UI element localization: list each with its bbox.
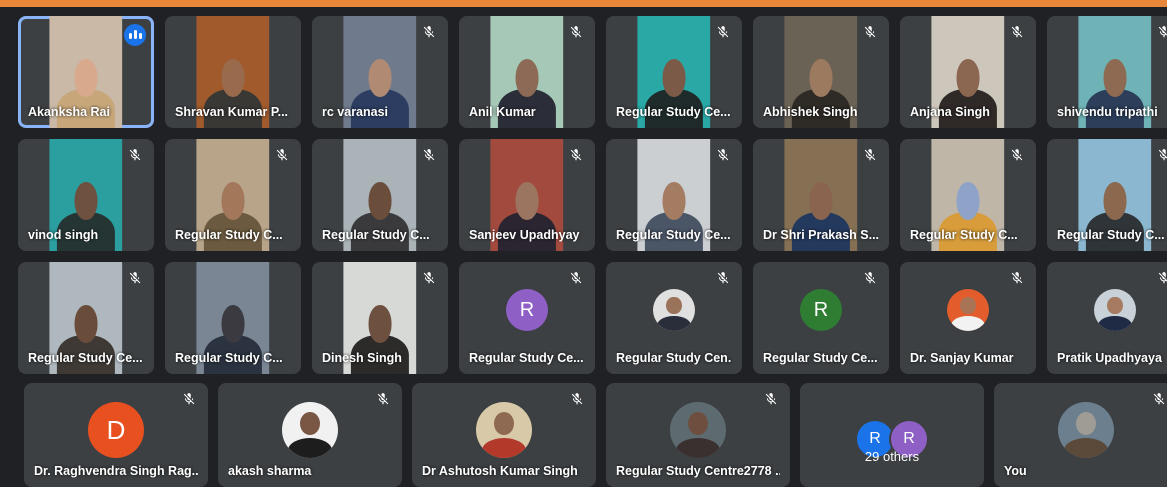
photo-avatar — [653, 289, 695, 332]
mic-off-icon — [761, 392, 781, 412]
participant-tile[interactable]: Regular Study Ce... — [606, 139, 742, 251]
participant-name: Shravan Kumar P... — [175, 105, 289, 119]
participant-tile[interactable]: shivendu tripathi — [1047, 16, 1167, 128]
mic-off-icon — [272, 148, 292, 168]
participant-name: rc varanasi — [322, 105, 389, 119]
participant-name: vinod singh — [28, 228, 99, 242]
participant-tile[interactable]: Regular Study C... — [165, 262, 301, 374]
participant-tile[interactable]: Anjana Singh — [900, 16, 1036, 128]
photo-avatar — [476, 401, 532, 458]
mic-off-icon — [125, 148, 145, 168]
participant-name: shivendu tripathi — [1057, 105, 1158, 119]
participant-tile[interactable]: Pratik Upadhyaya — [1047, 262, 1167, 374]
participant-name: akash sharma — [228, 464, 312, 478]
participant-name: Regular Study C... — [322, 228, 430, 242]
mic-off-icon — [1007, 148, 1027, 168]
participant-tile[interactable]: Anil Kumar — [459, 16, 595, 128]
participant-tile[interactable]: Dinesh Singh — [312, 262, 448, 374]
participant-name: Regular Study C... — [175, 228, 283, 242]
mic-off-icon — [713, 271, 733, 291]
participant-tile[interactable]: You — [994, 383, 1167, 487]
participant-tile[interactable]: Regular Study C... — [312, 139, 448, 251]
participant-name: Pratik Upadhyaya — [1057, 351, 1162, 365]
participant-tile[interactable]: rc varanasi — [312, 16, 448, 128]
participant-tile[interactable]: Regular Study C... — [900, 139, 1036, 251]
speaking-indicator-icon — [124, 24, 146, 46]
participant-tile[interactable]: Sanjeev Upadhyay — [459, 139, 595, 251]
mic-off-icon — [860, 271, 880, 291]
participant-name: Regular Study C... — [1057, 228, 1165, 242]
participant-tile[interactable]: Regular Study Cen... — [606, 262, 742, 374]
participant-name: You — [1004, 464, 1027, 478]
participant-name: Regular Study Ce... — [469, 351, 584, 365]
participant-name: Regular Study Cen... — [616, 351, 732, 365]
photo-avatar — [282, 401, 338, 458]
participant-name: Dinesh Singh — [322, 351, 402, 365]
photo-avatar — [670, 401, 726, 458]
mic-off-icon — [1154, 25, 1167, 45]
photo-avatar — [947, 289, 989, 332]
mic-off-icon — [1149, 392, 1167, 412]
participant-name: Anil Kumar — [469, 105, 536, 119]
mic-off-icon — [713, 25, 733, 45]
mic-off-icon — [419, 25, 439, 45]
participant-name: Dr Ashutosh Kumar Singh — [422, 464, 578, 478]
mic-off-icon — [1007, 271, 1027, 291]
participant-tile[interactable]: D Dr. Raghvendra Singh Rag... — [24, 383, 208, 487]
mic-off-icon — [566, 25, 586, 45]
photo-avatar — [1058, 401, 1114, 458]
letter-avatar: R — [800, 289, 842, 332]
mic-off-icon — [373, 392, 393, 412]
others-count-label: 29 others — [864, 448, 920, 464]
mic-off-icon — [567, 392, 587, 412]
mic-off-icon — [1154, 148, 1167, 168]
participant-tile[interactable]: Regular Study Ce... — [18, 262, 154, 374]
participant-tile[interactable]: Dr Ashutosh Kumar Singh — [412, 383, 596, 487]
participant-tile[interactable]: R Regular Study Ce... — [753, 262, 889, 374]
mic-off-icon — [125, 271, 145, 291]
others-tile[interactable]: R R 29 others — [800, 383, 984, 487]
mic-off-icon — [419, 148, 439, 168]
mic-off-icon — [860, 148, 880, 168]
mic-off-icon — [566, 271, 586, 291]
participant-tile[interactable]: Regular Study C... — [1047, 139, 1167, 251]
meeting-grid: Akanksha Rai Shravan Kumar P... rc varanas… — [0, 7, 1167, 487]
participant-tile[interactable]: akash sharma — [218, 383, 402, 487]
participant-name: Anjana Singh — [910, 105, 990, 119]
participant-name: Regular Study C... — [910, 228, 1018, 242]
participant-name: Regular Study Ce... — [763, 351, 878, 365]
participant-name: Abhishek Singh — [763, 105, 858, 119]
participant-tile[interactable]: Abhishek Singh — [753, 16, 889, 128]
participant-name: Dr. Sanjay Kumar — [910, 351, 1014, 365]
participant-tile[interactable]: vinod singh — [18, 139, 154, 251]
participant-tile[interactable]: R Regular Study Ce... — [459, 262, 595, 374]
participant-tile[interactable]: Dr. Sanjay Kumar — [900, 262, 1036, 374]
participant-tile[interactable]: Regular Study Ce... — [606, 16, 742, 128]
participant-name: Regular Study Ce... — [616, 105, 731, 119]
photo-avatar — [1094, 289, 1136, 332]
participant-tile[interactable]: Shravan Kumar P... — [165, 16, 301, 128]
participant-name: Regular Study C... — [175, 351, 283, 365]
mic-off-icon — [566, 148, 586, 168]
participant-name: Akanksha Rai — [28, 105, 110, 119]
mic-off-icon — [1007, 25, 1027, 45]
participant-name: Dr Shri Prakash S... — [763, 228, 879, 242]
letter-avatar: R — [506, 289, 548, 332]
participant-tile[interactable]: Regular Study Centre2778 ... — [606, 383, 790, 487]
participant-tile[interactable]: Dr Shri Prakash S... — [753, 139, 889, 251]
participant-tile[interactable]: Akanksha Rai — [18, 16, 154, 128]
mic-off-icon — [419, 271, 439, 291]
mic-off-icon — [179, 392, 199, 412]
mic-off-icon — [1154, 271, 1167, 291]
mic-off-icon — [860, 25, 880, 45]
participant-name: Regular Study Ce... — [28, 351, 143, 365]
participant-name: Sanjeev Upadhyay — [469, 228, 580, 242]
participant-tile[interactable]: Regular Study C... — [165, 139, 301, 251]
participant-name: Regular Study Centre2778 ... — [616, 464, 780, 478]
participant-name: Dr. Raghvendra Singh Rag... — [34, 464, 198, 478]
participant-name: Regular Study Ce... — [616, 228, 731, 242]
letter-avatar: D — [88, 401, 144, 458]
mic-off-icon — [713, 148, 733, 168]
